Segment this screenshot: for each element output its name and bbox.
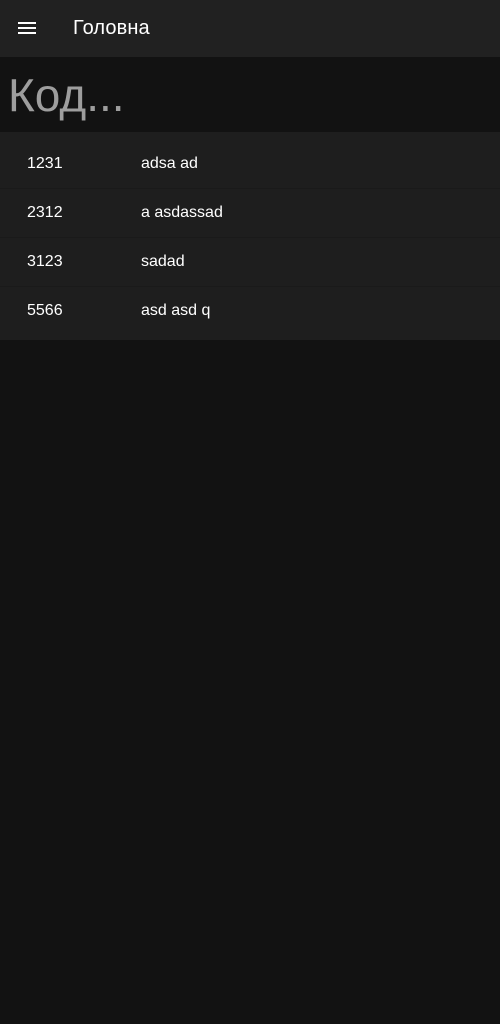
- item-code: 1231: [27, 155, 63, 172]
- code-search-input[interactable]: [8, 67, 488, 123]
- item-name: asd asd q: [141, 302, 211, 319]
- list-item[interactable]: 3123 sadad: [0, 238, 500, 287]
- list-item[interactable]: 2312 a asdassad: [0, 189, 500, 238]
- item-name: sadad: [141, 253, 185, 270]
- menu-button[interactable]: [0, 0, 56, 57]
- app-root: Головна 1231 adsa ad 2312 a asdassad 312…: [0, 0, 500, 1024]
- item-code: 2312: [27, 204, 63, 221]
- page-title: Головна: [73, 17, 150, 39]
- search-area: [0, 57, 500, 132]
- list-item[interactable]: 5566 asd asd q: [0, 287, 500, 335]
- app-bar: Головна: [0, 0, 500, 57]
- item-code: 5566: [27, 302, 63, 319]
- list-item[interactable]: 1231 adsa ad: [0, 140, 500, 189]
- item-name: a asdassad: [141, 204, 223, 221]
- item-code: 3123: [27, 253, 63, 270]
- item-name: adsa ad: [141, 155, 198, 172]
- menu-icon: [18, 21, 38, 36]
- results-list: 1231 adsa ad 2312 a asdassad 3123 sadad …: [0, 132, 500, 340]
